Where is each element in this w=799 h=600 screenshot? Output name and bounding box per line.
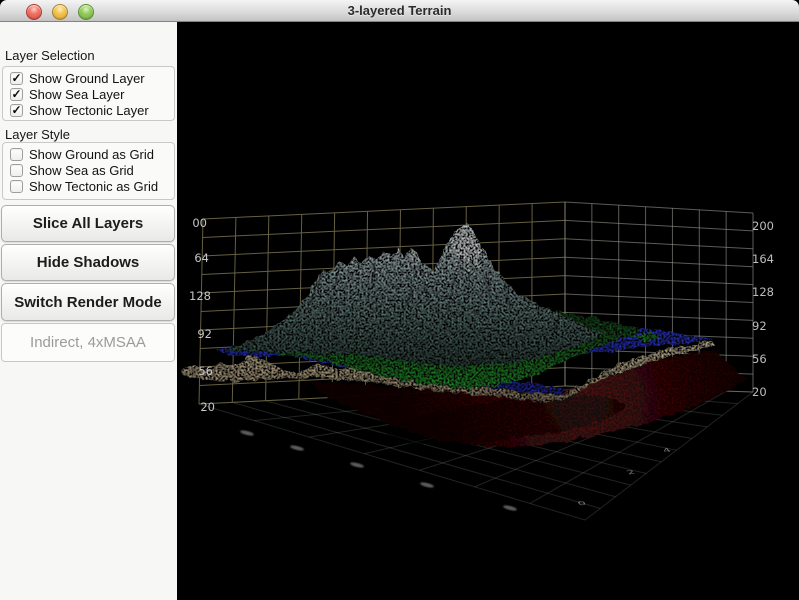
axis-label: 2: [625, 469, 637, 476]
layer-selection-group: ✓ Show Ground Layer ✓ Show Sea Layer ✓ S…: [2, 66, 175, 121]
checkbox-show-ground-as-grid[interactable]: Show Ground as Grid: [10, 146, 174, 162]
layer-style-group: Show Ground as Grid Show Sea as Grid Sho…: [2, 142, 175, 200]
hide-shadows-button[interactable]: Hide Shadows: [1, 244, 175, 281]
switch-render-mode-button[interactable]: Switch Render Mode: [1, 283, 175, 321]
axis-labels-right: 200 164 128 92 56 20: [752, 219, 774, 399]
floor-tick-mark: [350, 462, 364, 468]
axis-label: 92: [752, 319, 767, 333]
axis-label: 0: [576, 500, 588, 507]
checkbox-icon[interactable]: [10, 147, 23, 161]
axis-label: 20: [200, 400, 215, 414]
checkbox-show-sea-layer[interactable]: ✓ Show Sea Layer: [10, 86, 174, 102]
checkbox-label: Show Sea as Grid: [29, 162, 134, 178]
render-mode-status: Indirect, 4xMSAA: [1, 323, 175, 362]
checkbox-label: Show Ground Layer: [29, 70, 145, 86]
axis-label: 00: [192, 216, 207, 230]
checkbox-icon[interactable]: ✓: [10, 103, 23, 117]
checkbox-icon[interactable]: ✓: [10, 71, 23, 85]
checkbox-icon[interactable]: [10, 179, 23, 193]
checkbox-icon[interactable]: ✓: [10, 87, 23, 101]
axis-label: 4: [661, 447, 673, 454]
axis-label: 20: [752, 385, 767, 399]
terrain-viewport[interactable]: 00 64 128 92 56 20 200 164 128 92 56 20 0 2 4: [177, 22, 799, 600]
snow-cap: [450, 223, 484, 262]
checkbox-show-ground-layer[interactable]: ✓ Show Ground Layer: [10, 70, 174, 86]
axis-label: 64: [194, 251, 209, 265]
axis-label: 128: [752, 285, 774, 299]
layer-selection-heading: Layer Selection: [5, 48, 95, 63]
app-window: 3-layered Terrain Layer Selection ✓ Show…: [0, 0, 799, 600]
checkbox-show-tectonic-as-grid[interactable]: Show Tectonic as Grid: [10, 178, 174, 194]
checkbox-icon[interactable]: [10, 163, 23, 177]
checkbox-label: Show Sea Layer: [29, 86, 125, 102]
axis-label: 164: [752, 252, 774, 266]
checkbox-label: Show Tectonic as Grid: [29, 178, 159, 194]
floor-tick-mark: [503, 505, 517, 511]
axis-label: 200: [752, 219, 774, 233]
checkbox-show-tectonic-layer[interactable]: ✓ Show Tectonic Layer: [10, 102, 174, 118]
slice-all-layers-button[interactable]: Slice All Layers: [1, 205, 175, 242]
floor-tick-mark: [290, 445, 304, 451]
window-title: 3-layered Terrain: [347, 3, 452, 18]
floor-tick-mark: [420, 482, 434, 488]
layer-style-heading: Layer Style: [5, 127, 71, 142]
window-titlebar: 3-layered Terrain: [0, 0, 799, 22]
checkbox-show-sea-as-grid[interactable]: Show Sea as Grid: [10, 162, 174, 178]
floor-tick-mark: [240, 430, 254, 436]
axis-label: 92: [197, 327, 212, 341]
control-sidebar: Layer Selection ✓ Show Ground Layer ✓ Sh…: [0, 22, 177, 600]
axis-label: 56: [752, 352, 767, 366]
checkbox-label: Show Ground as Grid: [29, 146, 155, 162]
axis-label: 56: [198, 364, 213, 378]
axis-label: 128: [189, 289, 211, 303]
checkbox-label: Show Tectonic Layer: [29, 102, 149, 118]
